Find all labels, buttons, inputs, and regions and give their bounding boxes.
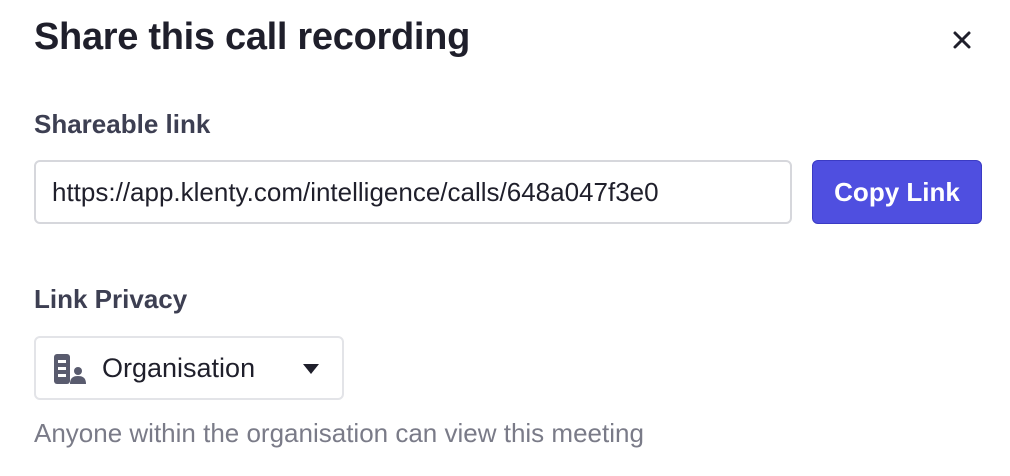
link-privacy-select[interactable]: Organisation bbox=[34, 336, 344, 400]
dialog-title: Share this call recording bbox=[34, 16, 470, 58]
organisation-building-icon bbox=[52, 350, 86, 386]
link-privacy-label: Link Privacy bbox=[34, 284, 188, 314]
copy-link-button[interactable]: Copy Link bbox=[812, 160, 982, 224]
shareable-link-label: Shareable link bbox=[34, 109, 211, 139]
privacy-selected-value: Organisation bbox=[102, 352, 256, 383]
close-button[interactable] bbox=[946, 24, 978, 56]
chevron-down-icon bbox=[303, 364, 319, 374]
close-icon bbox=[953, 31, 971, 49]
share-recording-dialog: Share this call recording Shareable link… bbox=[0, 0, 1010, 476]
shareable-link-input[interactable] bbox=[34, 160, 792, 224]
privacy-helper-text: Anyone within the organisation can view … bbox=[34, 418, 644, 448]
